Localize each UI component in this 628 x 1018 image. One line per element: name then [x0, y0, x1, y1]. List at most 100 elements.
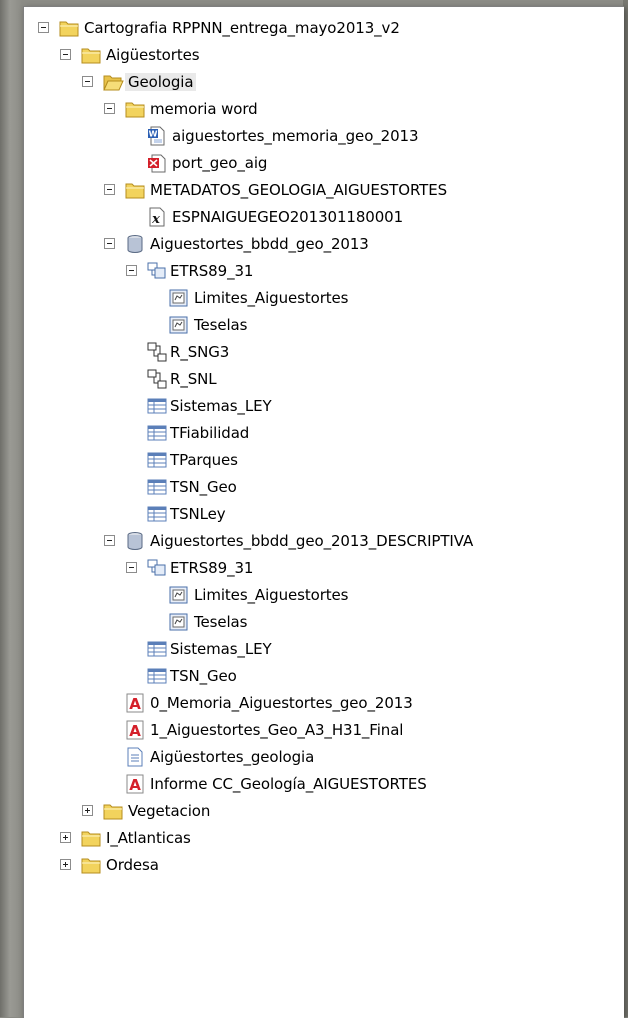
polygon-feature-class-icon [169, 316, 188, 334]
tree-label: Limites_Aiguestortes [194, 289, 349, 307]
tree-row-table[interactable]: TParques [24, 448, 624, 475]
relationship-class-icon [147, 369, 167, 389]
collapse-toggle[interactable] [104, 103, 115, 114]
tree-row-feature-class[interactable]: Teselas [24, 313, 624, 340]
folder-icon [81, 858, 101, 874]
tree-row-feature-class[interactable]: Teselas [24, 610, 624, 637]
tree-label: Vegetacion [128, 802, 211, 820]
database-icon [127, 235, 143, 253]
tree-row-pdf[interactable]: A 0_Memoria_Aiguestortes_geo_2013 [24, 691, 624, 718]
tree-label: port_geo_aig [172, 154, 268, 172]
feature-dataset-icon [147, 262, 166, 279]
tree-row-pdf[interactable]: A Informe CC_Geología_AIGUESTORTES [24, 772, 624, 799]
tree-label: Aiguestortes_bbdd_geo_2013_DESCRIPTIVA [150, 532, 474, 550]
tree-row-xml[interactable]: x ESPNAIGUEGEO201301180001 [24, 205, 624, 232]
tree-label: Geologia [125, 73, 197, 91]
table-icon [147, 641, 167, 657]
svg-text:x: x [151, 212, 160, 227]
tree-row-table[interactable]: TFiabilidad [24, 421, 624, 448]
tree-row-table[interactable]: TSNLey [24, 502, 624, 529]
pdf-icon: A [126, 693, 144, 713]
tree-label: TSNLey [170, 505, 226, 523]
tree-label: Aiguestortes_bbdd_geo_2013 [150, 235, 369, 253]
tree-row-vegetacion[interactable]: Vegetacion [24, 799, 624, 826]
folder-open-icon [103, 75, 124, 91]
tree-row-feature-dataset-2[interactable]: ETRS89_31 [24, 556, 624, 583]
table-icon [147, 425, 167, 441]
feature-dataset-icon [147, 559, 166, 576]
tree-row-port-geo[interactable]: port_geo_aig [24, 151, 624, 178]
tree-row-table[interactable]: Sistemas_LEY [24, 394, 624, 421]
tree-label: ETRS89_31 [170, 559, 254, 577]
collapse-toggle[interactable] [104, 535, 115, 546]
tree-row-geodatabase-2[interactable]: Aiguestortes_bbdd_geo_2013_DESCRIPTIVA [24, 529, 624, 556]
tree-row-metadatos[interactable]: METADATOS_GEOLOGIA_AIGUESTORTES [24, 178, 624, 205]
tree-label: Ordesa [106, 856, 159, 874]
folder-icon [81, 831, 101, 847]
table-icon [147, 479, 167, 495]
tree-label: Sistemas_LEY [170, 640, 272, 658]
polygon-feature-class-icon [169, 613, 188, 631]
relationship-class-icon [147, 342, 167, 362]
tree-row-table[interactable]: TSN_Geo [24, 475, 624, 502]
folder-icon [103, 804, 123, 820]
collapse-toggle[interactable] [60, 49, 71, 60]
tree-row-i-atlanticas[interactable]: I_Atlanticas [24, 826, 624, 853]
expand-toggle[interactable] [60, 859, 71, 870]
tree-row-feature-dataset-1[interactable]: ETRS89_31 [24, 259, 624, 286]
collapse-toggle[interactable] [104, 184, 115, 195]
tree-row-geodatabase-1[interactable]: Aiguestortes_bbdd_geo_2013 [24, 232, 624, 259]
document-icon [127, 747, 143, 767]
tree-row-pdf[interactable]: A 1_Aiguestortes_Geo_A3_H31_Final [24, 718, 624, 745]
tree-row-aiguestortes[interactable]: Aigüestortes [24, 43, 624, 70]
svg-text:A: A [129, 695, 141, 713]
tree-label: R_SNG3 [170, 343, 230, 361]
tree-row-word-doc[interactable]: W aiguestortes_memoria_geo_2013 [24, 124, 624, 151]
tree-label: Teselas [194, 316, 248, 334]
expand-toggle[interactable] [82, 805, 93, 816]
tree-label: 1_Aiguestortes_Geo_A3_H31_Final [150, 721, 404, 739]
collapse-toggle[interactable] [126, 265, 137, 276]
tree-label: aiguestortes_memoria_geo_2013 [172, 127, 419, 145]
folder-icon [59, 21, 79, 37]
tree-row-relationship[interactable]: R_SNL [24, 367, 624, 394]
svg-text:W: W [149, 130, 158, 139]
expand-toggle[interactable] [60, 832, 71, 843]
collapse-toggle[interactable] [82, 76, 93, 87]
tree-label: Cartografia RPPNN_entrega_mayo2013_v2 [84, 19, 400, 37]
tree-row-relationship[interactable]: R_SNG3 [24, 340, 624, 367]
table-icon [147, 398, 167, 414]
tree-label: R_SNL [170, 370, 217, 388]
collapse-toggle[interactable] [104, 238, 115, 249]
folder-icon [125, 183, 145, 199]
tree-row-table[interactable]: Sistemas_LEY [24, 637, 624, 664]
image-file-icon [148, 154, 166, 173]
tree-label: Informe CC_Geología_AIGUESTORTES [150, 775, 427, 793]
tree-label: I_Atlanticas [106, 829, 191, 847]
tree-label: Teselas [194, 613, 248, 631]
tree-row-feature-class[interactable]: Limites_Aiguestortes [24, 583, 624, 610]
tree-row-memoria-word[interactable]: memoria word [24, 97, 624, 124]
tree-label: TParques [170, 451, 238, 469]
table-icon [147, 506, 167, 522]
xml-file-icon: x [149, 207, 165, 227]
tree-row-root[interactable]: Cartografia RPPNN_entrega_mayo2013_v2 [24, 16, 624, 43]
tree-label: METADATOS_GEOLOGIA_AIGUESTORTES [150, 181, 448, 199]
collapse-toggle[interactable] [38, 22, 49, 33]
tree-row-geologia[interactable]: Geologia [24, 70, 624, 97]
folder-icon [81, 48, 101, 64]
tree-row-table[interactable]: TSN_Geo [24, 664, 624, 691]
tree-label: ETRS89_31 [170, 262, 254, 280]
table-icon [147, 452, 167, 468]
tree-label: memoria word [150, 100, 258, 118]
tree-label: TFiabilidad [170, 424, 250, 442]
pdf-icon: A [126, 720, 144, 740]
tree-row-feature-class[interactable]: Limites_Aiguestortes [24, 286, 624, 313]
tree-row-ordesa[interactable]: Ordesa [24, 853, 624, 880]
tree-label: TSN_Geo [170, 667, 237, 685]
tree-label: Limites_Aiguestortes [194, 586, 349, 604]
tree-label: ESPNAIGUEGEO201301180001 [172, 208, 404, 226]
tree-row-document[interactable]: Aigüestortes_geologia [24, 745, 624, 772]
catalog-tree-panel: Cartografia RPPNN_entrega_mayo2013_v2 Ai… [23, 6, 624, 1018]
collapse-toggle[interactable] [126, 562, 137, 573]
